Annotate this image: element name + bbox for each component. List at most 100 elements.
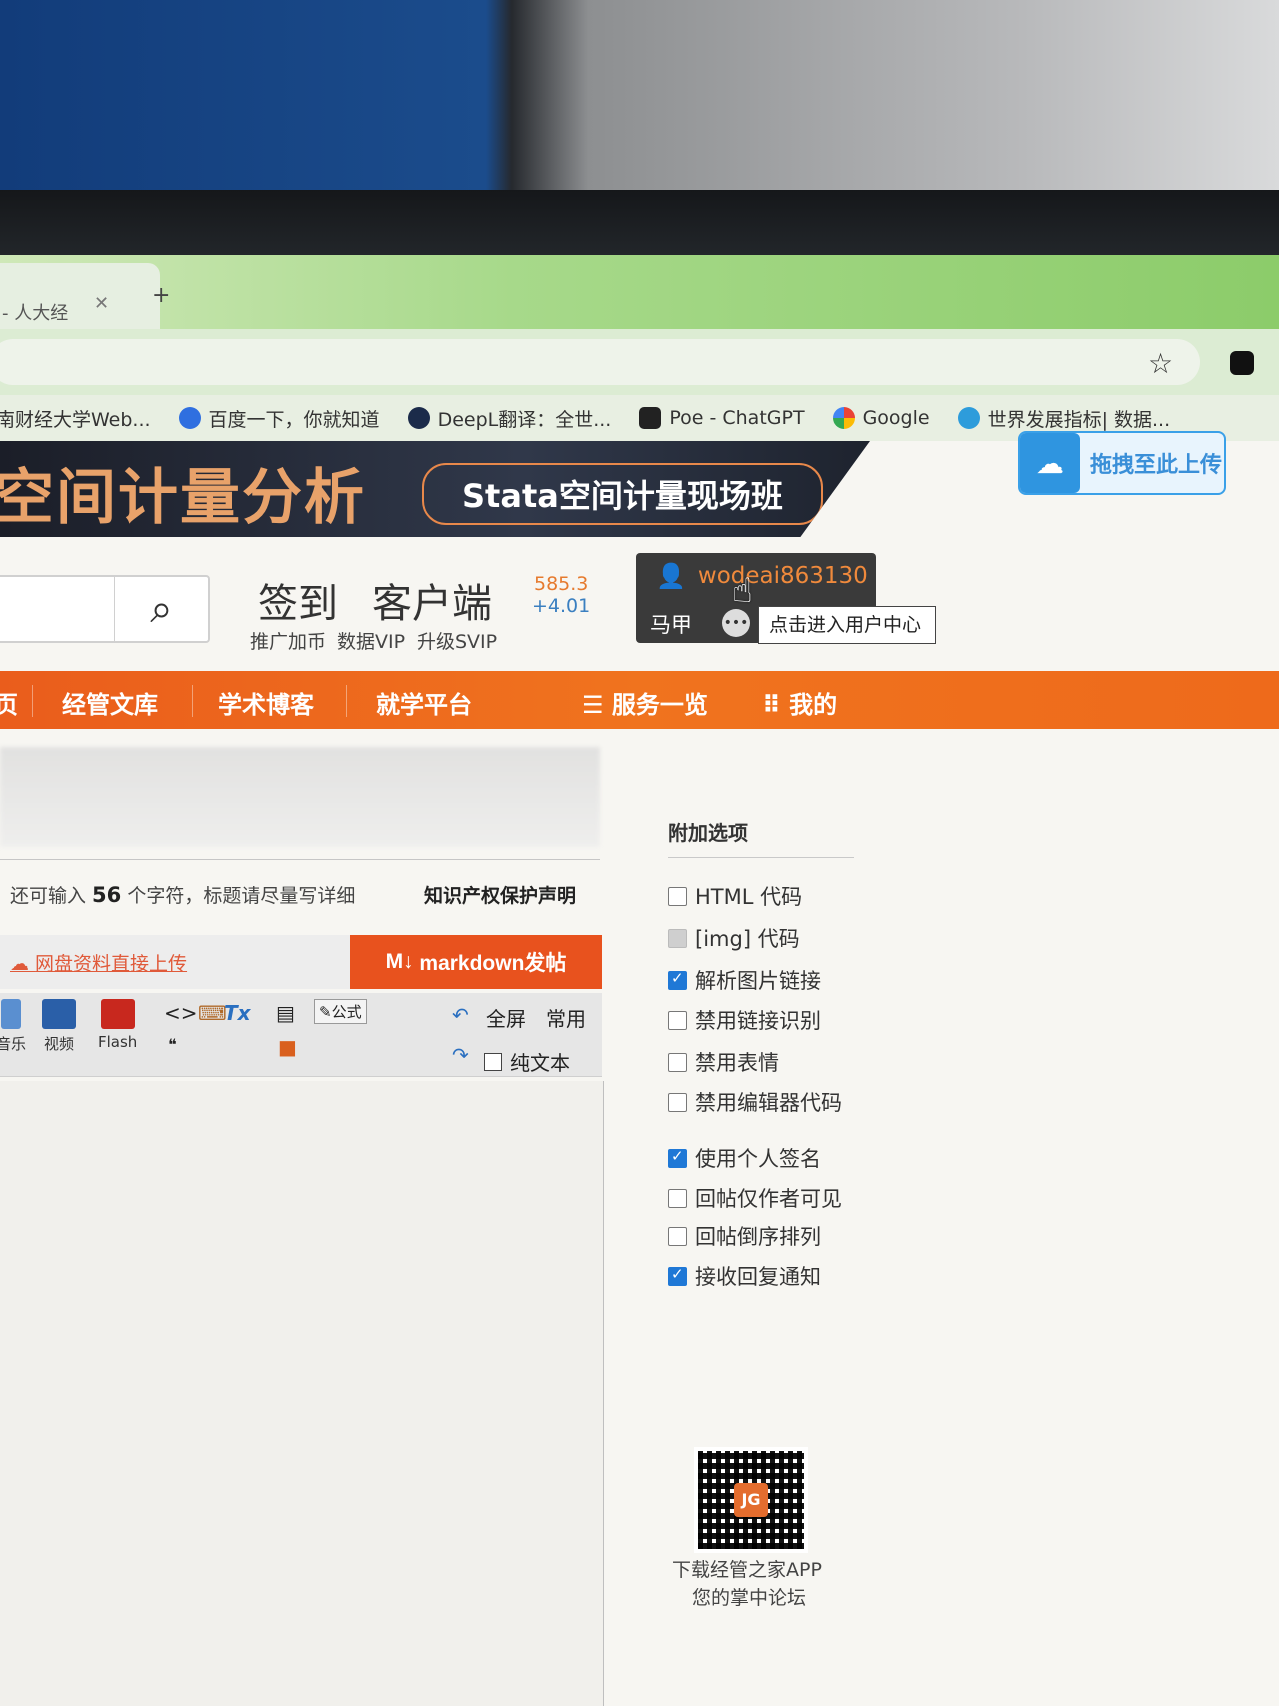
common-button[interactable]: 常用 <box>546 1003 586 1032</box>
option-label: 禁用编辑器代码 <box>695 1091 842 1115</box>
option-disable-link-detect[interactable]: 禁用链接识别 <box>668 1005 821 1035</box>
username-button[interactable]: 👤 wodeai863130 <box>636 553 876 599</box>
netdisk-upload-link[interactable]: ☁ 网盘资料直接上传 <box>10 949 187 976</box>
title-input-area[interactable] <box>0 747 600 847</box>
checkbox[interactable] <box>668 1052 687 1072</box>
editor-toolbar: 音乐 视频 Flash <> ❝ ⌨ Tx ▤ ■ ✎公式 ↶ 全屏 常用 ↷ … <box>0 993 602 1077</box>
post-body-editor[interactable] <box>0 1081 604 1706</box>
char-count-hint: 还可输入 56 个字符，标题请尽量写详细 <box>10 881 355 908</box>
option-label: 使用个人签名 <box>695 1147 821 1171</box>
bookmark-item[interactable]: 南财经大学Web... <box>0 405 151 432</box>
checkbox[interactable] <box>668 1188 687 1208</box>
checkbox[interactable] <box>668 1265 687 1286</box>
search-input[interactable] <box>0 577 112 641</box>
address-input[interactable] <box>0 339 1200 385</box>
music-icon <box>1 999 21 1029</box>
browser-tab[interactable]: - 人大经 ✕ <box>0 263 160 329</box>
monitor-bezel <box>0 190 1279 260</box>
flash-button[interactable]: Flash <box>98 999 137 1051</box>
nav-item-mine[interactable]: ⠿ 我的 <box>762 685 837 720</box>
checkbox[interactable] <box>668 1092 687 1112</box>
markdown-post-button[interactable]: M↓ markdown发帖 <box>350 935 602 989</box>
option-disable-emoji[interactable]: 禁用表情 <box>668 1047 779 1077</box>
alt-account-link[interactable]: 马甲 <box>650 609 692 639</box>
client-link[interactable]: 客户端 <box>372 571 492 629</box>
markdown-icon: M↓ <box>385 950 420 973</box>
bookmark-item[interactable]: DeepL翻译：全世... <box>407 405 611 432</box>
divider <box>0 859 600 860</box>
nav-item-study[interactable]: 就学平台 <box>376 685 472 720</box>
svip-link[interactable]: 升级SVIP <box>417 627 497 654</box>
cloud-icon: ☁ <box>1020 433 1080 493</box>
bookmark-item[interactable]: Google <box>832 407 930 429</box>
nav-divider <box>192 685 193 717</box>
bookmark-item[interactable]: 世界发展指标| 数据... <box>957 405 1170 432</box>
extra-options-title: 附加选项 <box>668 821 748 845</box>
option-html-code[interactable]: HTML 代码 <box>668 881 802 911</box>
nav-item-library[interactable]: 经管文库 <box>62 685 158 720</box>
nav-divider <box>346 685 347 717</box>
checkbox[interactable] <box>668 1226 687 1246</box>
video-button[interactable]: 视频 <box>42 999 76 1054</box>
checkbox[interactable] <box>668 969 687 990</box>
checkbox[interactable] <box>668 1147 687 1168</box>
ip-notice-link[interactable]: 知识产权保护声明 <box>424 881 576 908</box>
search-icon[interactable]: ⌕ <box>114 577 208 641</box>
flash-icon <box>100 999 135 1029</box>
user-center-tooltip: 点击进入用户中心 <box>758 606 936 644</box>
music-label: 音乐 <box>0 1035 27 1053</box>
option-parse-image-links[interactable]: 解析图片链接 <box>668 965 821 995</box>
option-reverse-replies[interactable]: 回帖倒序排列 <box>668 1221 821 1251</box>
nav-divider <box>32 685 33 717</box>
nav-item-home[interactable]: 页 <box>0 685 18 720</box>
star-icon[interactable]: ☆ <box>1148 347 1173 380</box>
music-button[interactable]: 音乐 <box>0 999 26 1054</box>
option-disable-editor-code[interactable]: 禁用编辑器代码 <box>668 1087 842 1117</box>
undo-icon[interactable]: ↶ <box>452 1003 469 1027</box>
drag-upload-button[interactable]: ☁ 拖拽至此上传 <box>1018 431 1226 495</box>
option-label: 解析图片链接 <box>695 969 821 993</box>
browser-window: - 人大经 ✕ + ☆ 南财经大学Web... 百度一下，你就知道 DeepL翻… <box>0 255 1279 1706</box>
nav-item-blog[interactable]: 学术博客 <box>218 685 314 720</box>
bookmark-label: 百度一下，你就知道 <box>208 408 380 431</box>
redo-icon[interactable]: ↷ <box>452 1043 469 1067</box>
baidu-paw-icon <box>178 407 201 429</box>
cloud-icon: ☁ <box>10 953 36 975</box>
code-icon[interactable]: <> <box>164 1001 198 1025</box>
close-icon[interactable]: ✕ <box>94 293 109 314</box>
formula-label: 公式 <box>331 1003 362 1021</box>
extension-icon[interactable] <box>1230 351 1254 375</box>
option-use-signature[interactable]: 使用个人签名 <box>668 1143 821 1173</box>
promo-link[interactable]: 推广加币 <box>250 627 326 654</box>
option-reply-author-only[interactable]: 回帖仅作者可见 <box>668 1183 842 1213</box>
option-reply-notify[interactable]: 接收回复通知 <box>668 1261 821 1291</box>
quote-icon[interactable]: ❝ <box>168 1035 177 1054</box>
fullscreen-button[interactable]: 全屏 <box>486 1003 526 1032</box>
keyboard-icon[interactable]: ⌨ <box>198 1001 227 1025</box>
option-label: 接收回复通知 <box>695 1265 821 1289</box>
bookmark-item[interactable]: Poe - ChatGPT <box>639 407 805 429</box>
nav-item-services[interactable]: ☰ 服务一览 <box>582 685 708 720</box>
checkbox[interactable] <box>668 886 687 906</box>
bookmark-item[interactable]: 百度一下，你就知道 <box>178 405 380 432</box>
chat-icon[interactable]: ••• <box>722 609 750 637</box>
grid-icon: ⠿ <box>762 691 790 719</box>
option-img-code: [img] 代码 <box>668 923 800 953</box>
data-vip-link[interactable]: 数据VIP <box>337 627 405 654</box>
formula-button[interactable]: ✎公式 <box>314 999 367 1024</box>
course-banner[interactable]: 空间计量分析 Stata空间计量现场班 <box>0 441 870 537</box>
background-surroundings <box>0 0 1279 200</box>
option-label: 回帖倒序排列 <box>695 1225 821 1249</box>
image-icon[interactable]: ■ <box>278 1035 297 1059</box>
list-icon: ☰ <box>582 691 612 719</box>
markdown-label: markdown发帖 <box>419 952 567 975</box>
page-icon[interactable]: ▤ <box>276 1001 295 1025</box>
signin-link[interactable]: 签到 <box>258 571 338 629</box>
app-download-text: 下载经管之家APP <box>672 1559 822 1581</box>
tex-icon[interactable]: Tx <box>224 1001 251 1025</box>
option-label: 回帖仅作者可见 <box>695 1187 842 1211</box>
plain-text-checkbox[interactable] <box>484 1053 502 1071</box>
checkbox[interactable] <box>668 1010 687 1030</box>
new-tab-icon[interactable]: + <box>152 283 170 308</box>
app-logo: JG <box>734 1483 768 1517</box>
